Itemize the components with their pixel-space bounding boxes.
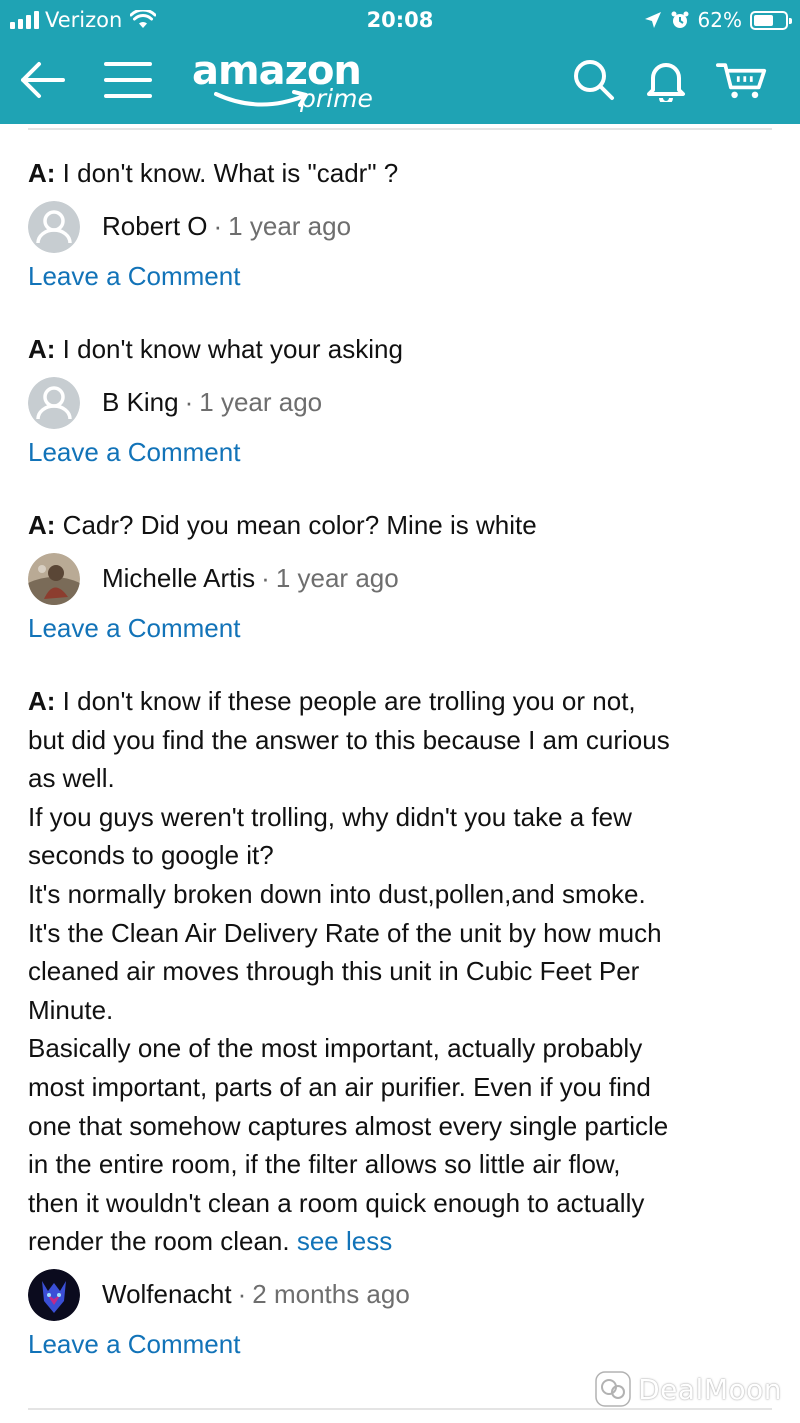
author-name[interactable]: B King (102, 387, 179, 418)
dealmoon-logo-icon (595, 1371, 631, 1407)
search-icon[interactable] (568, 54, 620, 106)
dealmoon-watermark: DealMoon (594, 1370, 782, 1408)
answer-item: A: I don't know if these people are trol… (28, 682, 773, 1363)
author-row: Robert O · 1 year ago (28, 199, 773, 255)
battery-percent: 62% (697, 8, 742, 32)
answer-text: A: I don't know if these people are trol… (28, 686, 670, 1257)
author-name[interactable]: Robert O (102, 211, 208, 242)
leave-comment-link[interactable]: Leave a Comment (28, 433, 773, 471)
answer-date: 1 year ago (228, 211, 352, 242)
amazon-prime-logo[interactable]: amazon prime (192, 48, 392, 118)
avatar[interactable] (28, 376, 80, 429)
author-row: B King · 1 year ago (28, 375, 773, 431)
menu-icon[interactable] (102, 54, 154, 106)
answer-item: A: I don't know what your asking B King … (28, 330, 773, 471)
avatar[interactable] (28, 200, 80, 253)
bell-icon[interactable] (640, 54, 692, 106)
answer-text: A: Cadr? Did you mean color? Mine is whi… (28, 510, 537, 540)
location-arrow-icon (644, 12, 661, 28)
app-header: amazon prime (0, 40, 800, 124)
answer-text: A: I don't know what your asking (28, 334, 403, 364)
watermark-text: DealMoon (638, 1372, 782, 1406)
status-bar: Verizon 20:08 62% (0, 0, 800, 40)
avatar[interactable] (28, 1268, 80, 1321)
answer-text: A: I don't know. What is "cadr" ? (28, 158, 399, 188)
leave-comment-link[interactable]: Leave a Comment (28, 609, 773, 647)
see-less-link[interactable]: see less (297, 1226, 392, 1256)
alarm-icon (671, 11, 689, 28)
smile-arrow-icon (214, 90, 308, 107)
answer-date: 1 year ago (199, 387, 323, 418)
leave-comment-link[interactable]: Leave a Comment (28, 1325, 773, 1363)
divider (28, 128, 772, 130)
divider (28, 1408, 772, 1410)
answer-item: A: I don't know. What is "cadr" ? Robert… (28, 154, 773, 295)
leave-comment-link[interactable]: Leave a Comment (28, 257, 773, 295)
author-name[interactable]: Wolfenacht (102, 1279, 232, 1310)
author-name[interactable]: Michelle Artis (102, 563, 255, 594)
cart-icon[interactable] (716, 54, 768, 106)
back-arrow-icon[interactable] (16, 54, 68, 106)
avatar[interactable] (28, 552, 80, 605)
logo-prime: prime (300, 84, 373, 113)
author-row: Michelle Artis · 1 year ago (28, 551, 773, 607)
answer-date: 1 year ago (275, 563, 399, 594)
answer-date: 2 months ago (252, 1279, 410, 1310)
author-row: Wolfenacht · 2 months ago (28, 1267, 773, 1323)
answer-item: A: Cadr? Did you mean color? Mine is whi… (28, 506, 773, 647)
battery-icon (750, 10, 792, 30)
